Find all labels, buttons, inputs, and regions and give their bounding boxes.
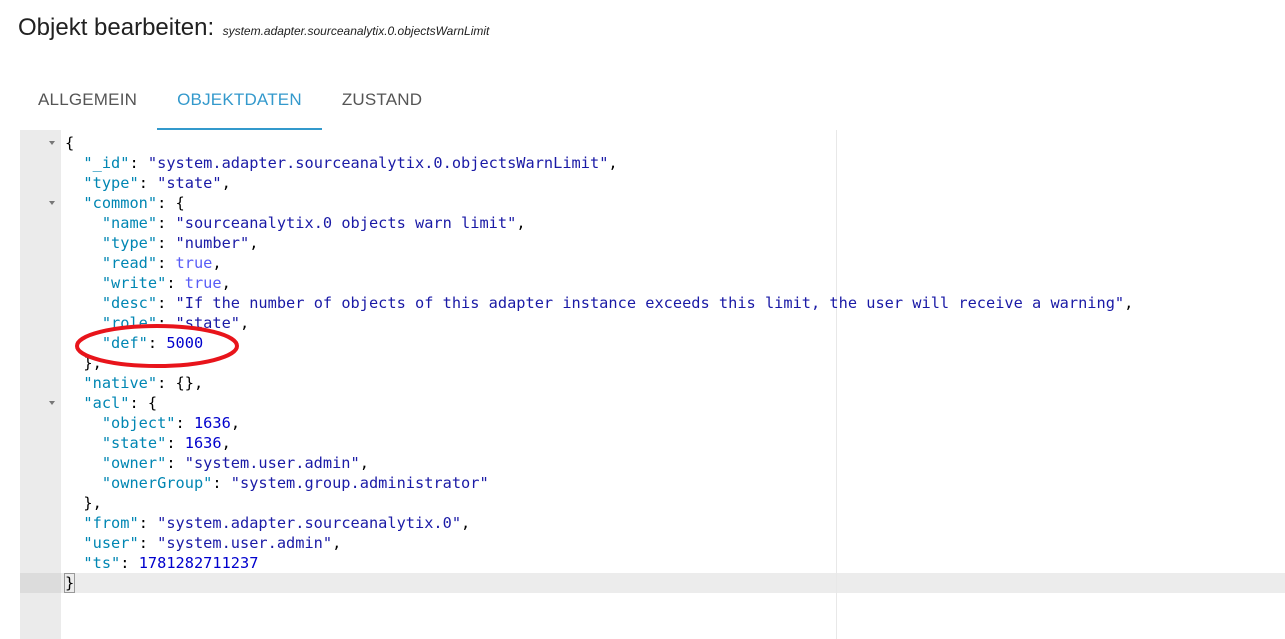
code-line: "role": "state", <box>101 314 250 332</box>
code-line: "common": { <box>83 194 185 212</box>
fold-toggle-icon[interactable] <box>49 401 55 405</box>
code-line: "from": "system.adapter.sourceanalytix.0… <box>83 514 471 532</box>
code-line: "ts": 1781282711237 <box>83 554 259 572</box>
tab-bar: ALLGEMEIN OBJEKTDATEN ZUSTAND <box>18 72 442 130</box>
code-line: "state": 1636, <box>101 434 231 452</box>
code-line: { <box>65 134 75 152</box>
code-line: "object": 1636, <box>101 414 241 432</box>
page-header: Objekt bearbeiten: system.adapter.source… <box>18 14 489 42</box>
code-content[interactable]: { "_id": "system.adapter.sourceanalytix.… <box>63 133 1134 593</box>
code-line: "def": 5000 <box>101 334 204 352</box>
code-line: }, <box>65 354 102 372</box>
fold-toggle-icon[interactable] <box>49 141 55 145</box>
code-line: "type": "state", <box>83 174 231 192</box>
code-line: "acl": { <box>83 394 158 412</box>
code-line: "_id": "system.adapter.sourceanalytix.0.… <box>83 154 618 172</box>
tab-zustand[interactable]: ZUSTAND <box>322 72 442 130</box>
fold-toggle-icon[interactable] <box>49 201 55 205</box>
tab-allgemein[interactable]: ALLGEMEIN <box>18 72 157 130</box>
code-line: "name": "sourceanalytix.0 objects warn l… <box>101 214 526 232</box>
code-line: "type": "number", <box>101 234 259 252</box>
tab-objektdaten[interactable]: OBJEKTDATEN <box>157 72 322 130</box>
editor-gutter <box>20 130 61 639</box>
code-line: "write": true, <box>101 274 231 292</box>
code-line: "read": true, <box>101 254 222 272</box>
code-line: "owner": "system.user.admin", <box>101 454 369 472</box>
code-line: "user": "system.user.admin", <box>83 534 342 552</box>
code-line: }, <box>65 494 102 512</box>
code-line: } <box>63 573 76 593</box>
code-line: "native": {}, <box>83 374 204 392</box>
json-code-editor[interactable]: { "_id": "system.adapter.sourceanalytix.… <box>20 130 1285 639</box>
page-title: Objekt bearbeiten: <box>18 14 215 41</box>
object-id-label: system.adapter.sourceanalytix.0.objectsW… <box>222 24 490 38</box>
code-line: "ownerGroup": "system.group.administrato… <box>101 474 489 492</box>
active-gutter-highlight <box>20 573 61 593</box>
code-line: "desc": "If the number of objects of thi… <box>101 294 1134 312</box>
